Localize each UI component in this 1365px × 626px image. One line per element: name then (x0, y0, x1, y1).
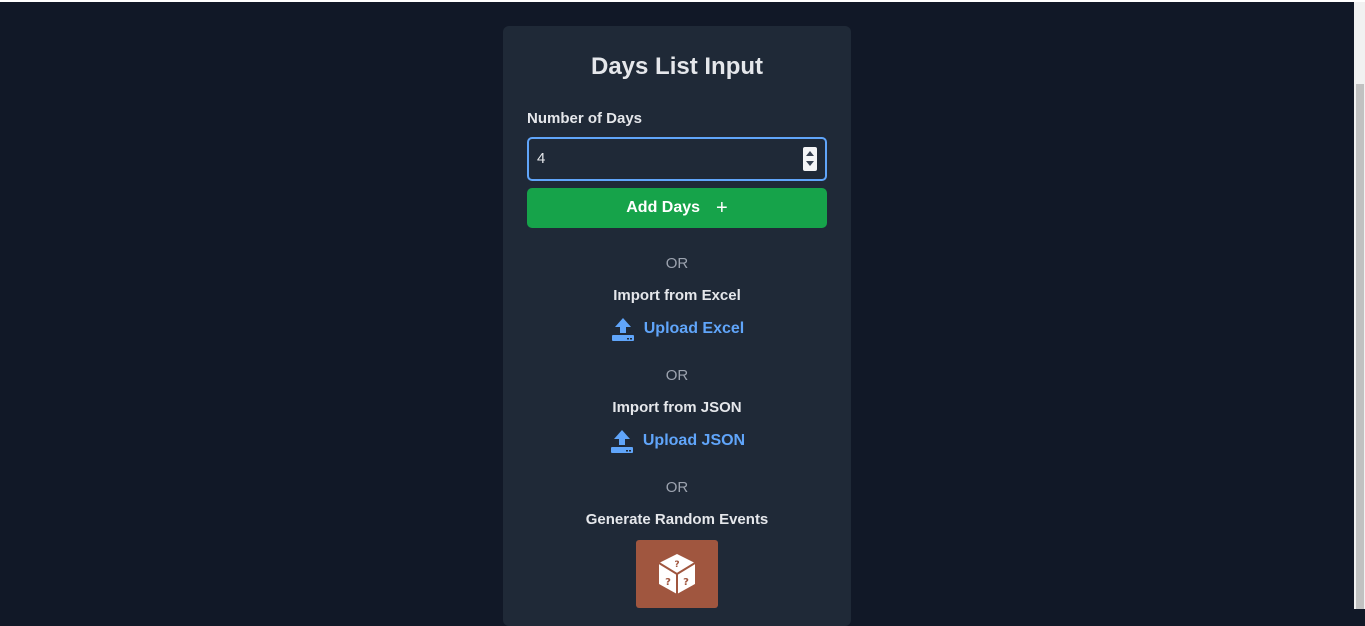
number-of-days-input[interactable]: 4 (527, 137, 827, 181)
or-divider-2: OR (665, 367, 689, 384)
vertical-scrollbar[interactable] (1354, 2, 1365, 609)
add-days-label: Add Days (626, 199, 701, 216)
upload-icon (610, 430, 633, 453)
upload-excel-label[interactable]: Upload Excel (644, 320, 744, 338)
upload-icon (611, 318, 634, 341)
top-strip (0, 0, 1365, 2)
number-stepper[interactable] (803, 147, 817, 171)
stepper-down-icon[interactable] (806, 161, 814, 166)
import-json-title: Import from JSON (612, 399, 742, 416)
stepper-up-icon[interactable] (806, 151, 814, 156)
svg-text:?: ? (683, 577, 689, 588)
dice-icon: ? ? ? (658, 554, 696, 594)
generate-random-button[interactable]: ? ? ? (636, 540, 718, 608)
days-list-panel: Days List Input Number of Days 4 Add Day… (503, 26, 851, 626)
or-divider-1: OR (665, 255, 689, 272)
upload-json-label[interactable]: Upload JSON (643, 432, 745, 450)
add-days-button[interactable]: Add Days + (527, 188, 827, 228)
number-of-days-value[interactable]: 4 (537, 150, 545, 167)
or-divider-3: OR (665, 479, 689, 496)
page-title: Days List Input (590, 53, 764, 80)
upload-excel-link[interactable]: Upload Excel (503, 316, 851, 342)
generate-random-title: Generate Random Events (585, 511, 769, 528)
svg-text:?: ? (674, 560, 679, 570)
number-of-days-label: Number of Days (527, 110, 643, 127)
plus-icon: + (716, 197, 728, 219)
import-excel-title: Import from Excel (613, 287, 741, 304)
scrollbar-thumb[interactable] (1356, 84, 1364, 609)
svg-text:?: ? (665, 577, 671, 588)
upload-json-link[interactable]: Upload JSON (503, 428, 851, 454)
